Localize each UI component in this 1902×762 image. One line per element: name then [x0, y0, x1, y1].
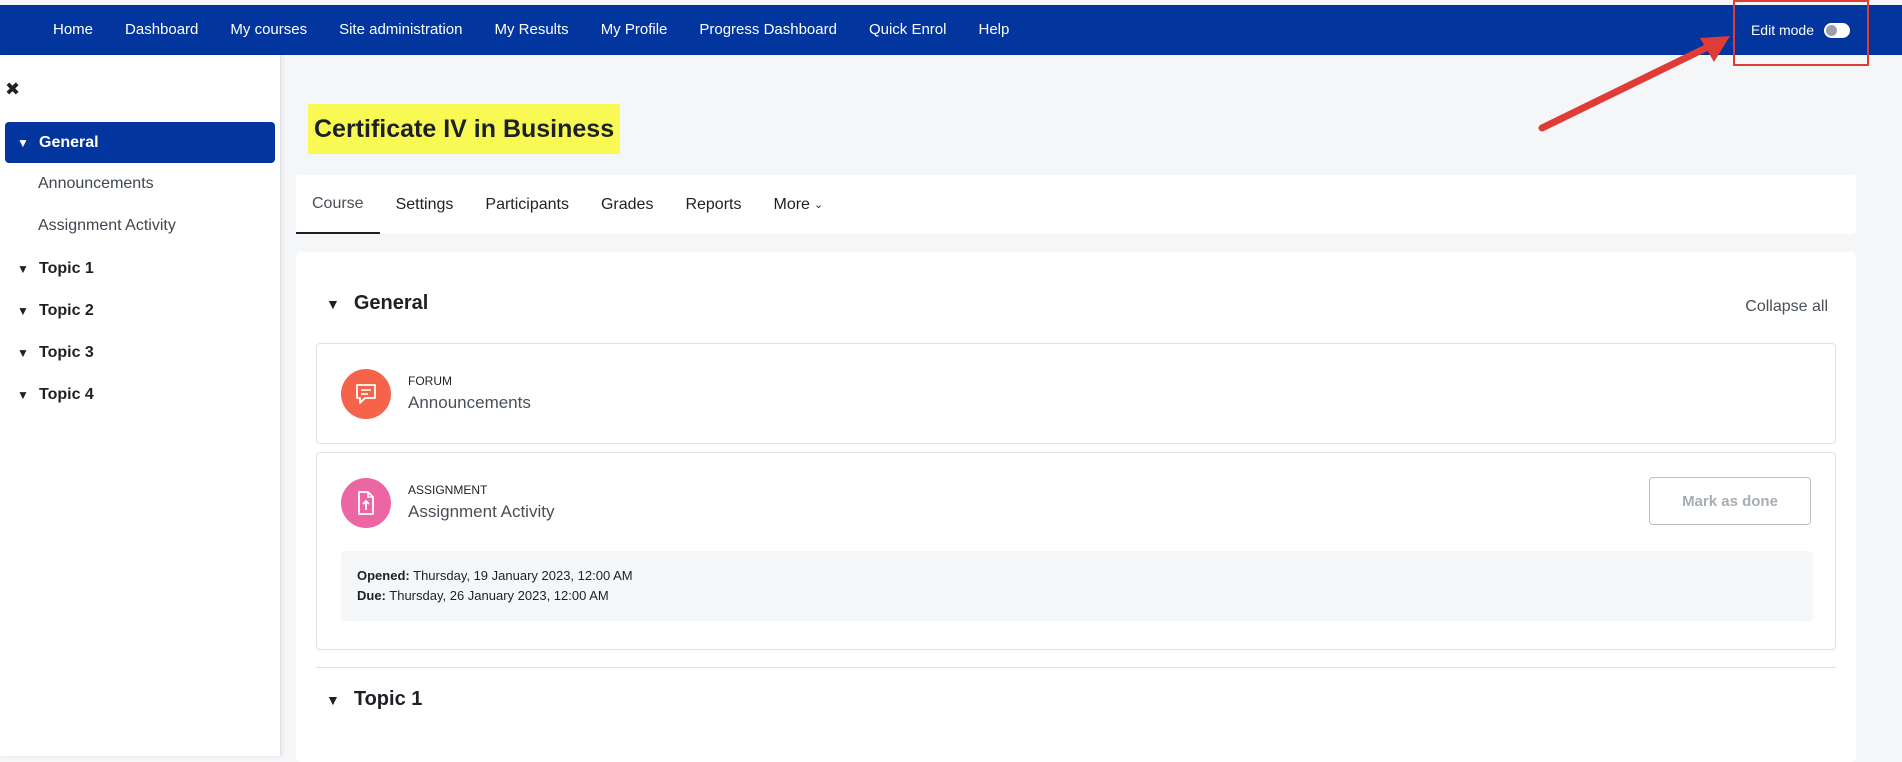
nav-dashboard[interactable]: Dashboard — [109, 5, 214, 55]
tab-grades[interactable]: Grades — [585, 175, 669, 234]
mark-as-done-button[interactable]: Mark as done — [1649, 477, 1811, 525]
forum-icon — [341, 369, 391, 419]
activity-forum: FORUM Announcements — [316, 343, 1836, 444]
section-topic-1-header[interactable]: ▼ Topic 1 — [326, 688, 422, 711]
drawer-section-label: Topic 4 — [39, 385, 94, 403]
drawer-section-topic-2[interactable]: ▼ Topic 2 — [5, 290, 275, 331]
chevron-down-icon: ▼ — [17, 387, 29, 402]
nav-site-administration[interactable]: Site administration — [323, 5, 478, 55]
tab-more[interactable]: More ⌄ — [757, 175, 839, 234]
assignment-icon — [341, 478, 391, 528]
opened-date-value: Thursday, 19 January 2023, 12:00 AM — [413, 568, 633, 583]
due-date-value: Thursday, 26 January 2023, 12:00 AM — [389, 588, 609, 603]
activity-name-link[interactable]: Announcements — [408, 393, 531, 413]
tab-settings[interactable]: Settings — [380, 175, 470, 234]
activity-assignment: ASSIGNMENT Assignment Activity Mark as d… — [316, 452, 1836, 650]
drawer-section-label: Topic 3 — [39, 343, 94, 361]
drawer-section-label: Topic 2 — [39, 301, 94, 319]
chevron-down-icon: ▼ — [326, 691, 340, 708]
drawer-section-label: Topic 1 — [39, 259, 94, 277]
section-title: General — [353, 292, 429, 314]
annotation-highlight-box — [1733, 0, 1869, 66]
drawer-item-assignment-activity[interactable]: Assignment Activity — [38, 217, 176, 235]
drawer-section-topic-1[interactable]: ▼ Topic 1 — [5, 248, 275, 289]
section-title: Topic 1 — [353, 688, 423, 710]
opened-date-row: Opened: Thursday, 19 January 2023, 12:00… — [357, 568, 633, 583]
chevron-down-icon: ▼ — [17, 303, 29, 318]
close-drawer-icon[interactable]: ✖ — [5, 79, 20, 100]
tab-reports[interactable]: Reports — [669, 175, 757, 234]
primary-navigation: Home Dashboard My courses Site administr… — [37, 5, 1025, 55]
opened-date-label: Opened: — [357, 568, 410, 583]
chevron-down-icon: ⌄ — [813, 199, 824, 211]
tab-participants[interactable]: Participants — [469, 175, 585, 234]
course-tabs: Course Settings Participants Grades Repo… — [296, 175, 1856, 234]
chevron-down-icon: ▼ — [326, 295, 340, 312]
due-date-row: Due: Thursday, 26 January 2023, 12:00 AM — [357, 588, 609, 603]
drawer-section-topic-3[interactable]: ▼ Topic 3 — [5, 332, 275, 373]
tab-more-label: More — [773, 195, 810, 213]
drawer-section-topic-4[interactable]: ▼ Topic 4 — [5, 374, 275, 415]
nav-my-results[interactable]: My Results — [479, 5, 585, 55]
nav-help[interactable]: Help — [962, 5, 1025, 55]
tab-course[interactable]: Course — [296, 175, 380, 234]
page-title: Certificate IV in Business — [308, 104, 621, 154]
nav-my-profile[interactable]: My Profile — [585, 5, 684, 55]
nav-progress-dashboard[interactable]: Progress Dashboard — [683, 5, 853, 55]
activity-name-link[interactable]: Assignment Activity — [408, 502, 554, 522]
activity-dates: Opened: Thursday, 19 January 2023, 12:00… — [341, 551, 1813, 621]
nav-quick-enrol[interactable]: Quick Enrol — [853, 5, 963, 55]
chevron-down-icon: ▼ — [17, 135, 29, 150]
collapse-all-link[interactable]: Collapse all — [1745, 298, 1828, 316]
due-date-label: Due: — [357, 588, 386, 603]
course-content: ▼ General Collapse all FORUM Announcemen… — [296, 252, 1856, 762]
section-general-header[interactable]: ▼ General — [326, 292, 428, 315]
activity-type-label: ASSIGNMENT — [408, 483, 488, 497]
chevron-down-icon: ▼ — [17, 261, 29, 276]
nav-my-courses[interactable]: My courses — [214, 5, 323, 55]
nav-home[interactable]: Home — [37, 5, 109, 55]
chevron-down-icon: ▼ — [17, 345, 29, 360]
activity-type-label: FORUM — [408, 374, 452, 388]
course-index-drawer: ✖ ▼ General Announcements Assignment Act… — [0, 55, 281, 756]
drawer-section-general[interactable]: ▼ General — [5, 122, 275, 163]
annotation-arrow-icon — [1538, 36, 1730, 132]
drawer-section-label: General — [39, 133, 99, 151]
section-divider — [316, 667, 1836, 668]
drawer-item-announcements[interactable]: Announcements — [38, 175, 154, 193]
